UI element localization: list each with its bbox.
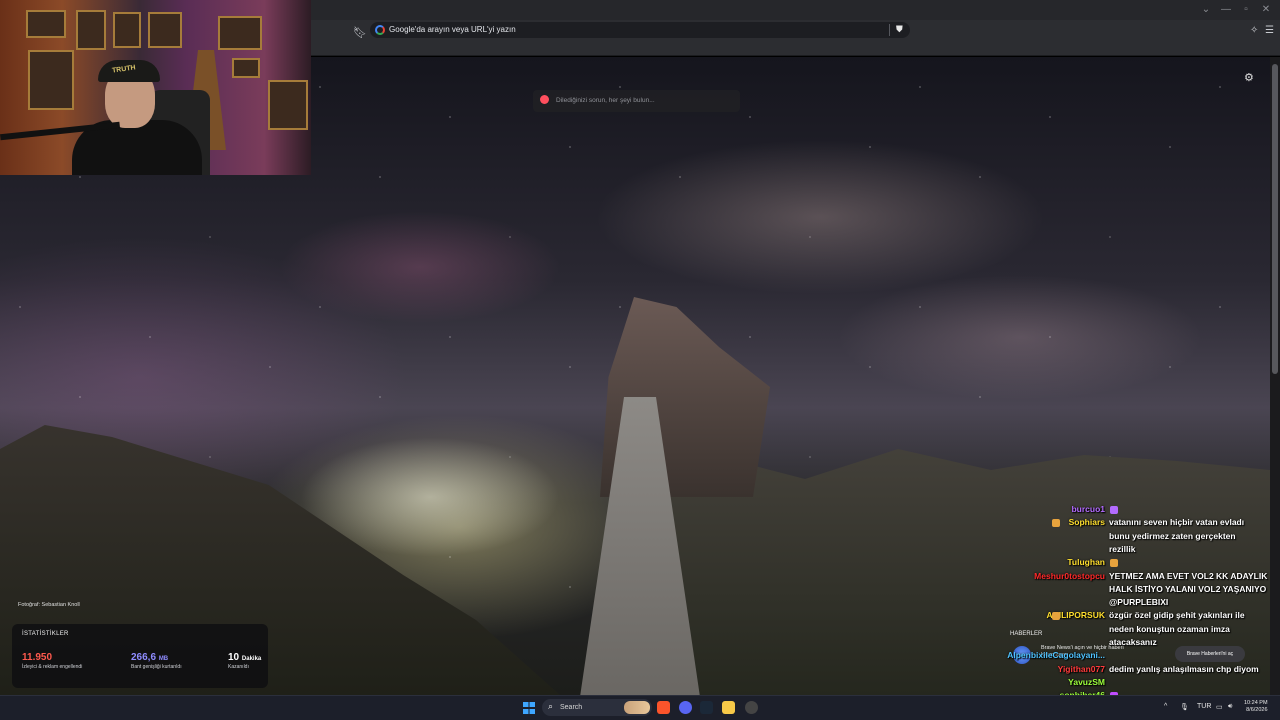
minimize-icon[interactable]: ⌄ <box>1196 4 1216 15</box>
stat-time-label: Kazanıldı <box>228 664 249 670</box>
stats-title: İSTATİSTİKLER <box>22 631 69 637</box>
chat-message: özgür özel gidip şehit yakınları ile <box>1109 610 1245 620</box>
windows-start-icon[interactable] <box>523 702 535 714</box>
wall-frame <box>76 10 106 50</box>
chat-username[interactable]: Sophiars <box>1069 517 1105 527</box>
wall-frame <box>26 10 66 38</box>
desktop-screen: ⌄ — ▫ ✕ 🔖︎ Google'da arayın veya URL'yi … <box>0 0 1280 720</box>
chat-message: YETMEZ AMA EVET VOL2 KK ADAYLIK <box>1109 571 1268 581</box>
clock-date: 8/6/2026 <box>1246 707 1268 714</box>
chat-badge-icon <box>1110 559 1118 567</box>
file-explorer-icon[interactable] <box>722 701 735 714</box>
leo-placeholder[interactable]: Dilediğinizi sorun, her şeyi bulun... <box>556 97 655 104</box>
google-icon <box>375 25 385 35</box>
microphone-icon[interactable]: 🎙︎ <box>1180 703 1189 711</box>
photo-credit[interactable]: Fotoğraf: Sebastian Knoll <box>18 602 80 608</box>
stat-bandwidth-value: 266,6 MB <box>131 652 169 663</box>
bookmark-icon[interactable]: 🔖︎ <box>353 26 367 39</box>
chat-message: bunu yedirmez zaten gerçekten <box>1109 531 1236 541</box>
wall-frame <box>218 16 262 50</box>
stat-blocked-value: 11.950 <box>22 652 53 663</box>
address-bar-placeholder[interactable]: Google'da arayın veya URL'yi yazın <box>389 25 516 34</box>
address-bar-divider <box>889 24 890 36</box>
chat-username[interactable]: Meshur0tostopcu <box>1034 571 1105 581</box>
taskbar-search-label[interactable]: Search <box>560 704 582 711</box>
chat-username[interactable]: Tulughan <box>1067 557 1105 567</box>
chat-message: @PURPLEBIXI <box>1109 597 1169 607</box>
chat-message: dedim yanlış anlaşılmasın chp diyom <box>1109 664 1259 674</box>
chat-message: vatanını seven hiçbir vatan evladı <box>1109 517 1245 527</box>
wall-frame <box>232 58 260 78</box>
monitor-icon[interactable]: ▭ <box>1216 703 1223 711</box>
open-news-button[interactable]: Brave Haberleri'ni aç <box>1175 646 1245 662</box>
chat-username[interactable]: burcuo1 <box>1071 504 1105 514</box>
news-title: HABERLER <box>1010 631 1043 637</box>
volume-icon[interactable]: 🔊︎ <box>1228 703 1232 711</box>
search-icon: ⌕ <box>548 701 554 711</box>
clock-time: 10:24 PM <box>1244 700 1268 706</box>
wall-frame <box>113 12 141 48</box>
language-indicator[interactable]: TUR <box>1197 703 1211 710</box>
chat-message: HALK İSTİYO YALANI VOL2 YAŞANIYO <box>1109 584 1267 594</box>
chat-username[interactable]: YavuzSM <box>1068 677 1105 687</box>
chat-badge-icon <box>1110 506 1118 514</box>
brave-shields-icon[interactable]: ⛊ <box>896 24 903 35</box>
wall-frame <box>28 50 74 110</box>
close-icon[interactable]: ✕ <box>1256 4 1276 15</box>
brave-lion-icon <box>540 95 549 104</box>
wall-frame <box>148 12 182 48</box>
stat-time-value: 10 Dakika <box>228 652 262 663</box>
minimize-window-icon[interactable]: — <box>1216 4 1236 15</box>
bookshelf <box>268 80 308 130</box>
chat-message: atacaksanız <box>1109 637 1157 647</box>
scrollbar-thumb[interactable] <box>1272 64 1278 374</box>
chevron-up-icon[interactable]: ^ <box>1164 703 1167 710</box>
chat-username[interactable]: AlpenbixileCagolayani... <box>1007 650 1105 660</box>
menu-icon[interactable]: ☰ <box>1265 25 1274 36</box>
brave-browser-icon[interactable] <box>657 701 670 714</box>
search-highlight-image <box>624 701 650 714</box>
discord-icon[interactable] <box>679 701 692 714</box>
chat-badge-icon <box>1052 612 1060 620</box>
maximize-icon[interactable]: ▫ <box>1236 4 1256 15</box>
stat-bandwidth-label: Bant genişliği kurtarıldı <box>131 664 182 670</box>
gear-icon[interactable]: ⚙ <box>1244 71 1254 84</box>
taskbar-clock[interactable]: 10:24 PM 8/6/2026 <box>1244 700 1268 714</box>
chat-username[interactable]: Yigithan077 <box>1058 664 1105 674</box>
steam-icon[interactable] <box>700 701 713 714</box>
leo-ai-icon[interactable]: ✧ <box>1250 25 1258 36</box>
chat-message: neden konuştun ozaman imza <box>1109 624 1230 634</box>
obs-icon[interactable] <box>745 701 758 714</box>
stat-blocked-label: İzleyici & reklam engellendi <box>22 664 83 670</box>
chat-message: rezillik <box>1109 544 1136 554</box>
webcam-overlay: TRUTH <box>0 0 311 175</box>
chat-badge-icon <box>1052 519 1060 527</box>
